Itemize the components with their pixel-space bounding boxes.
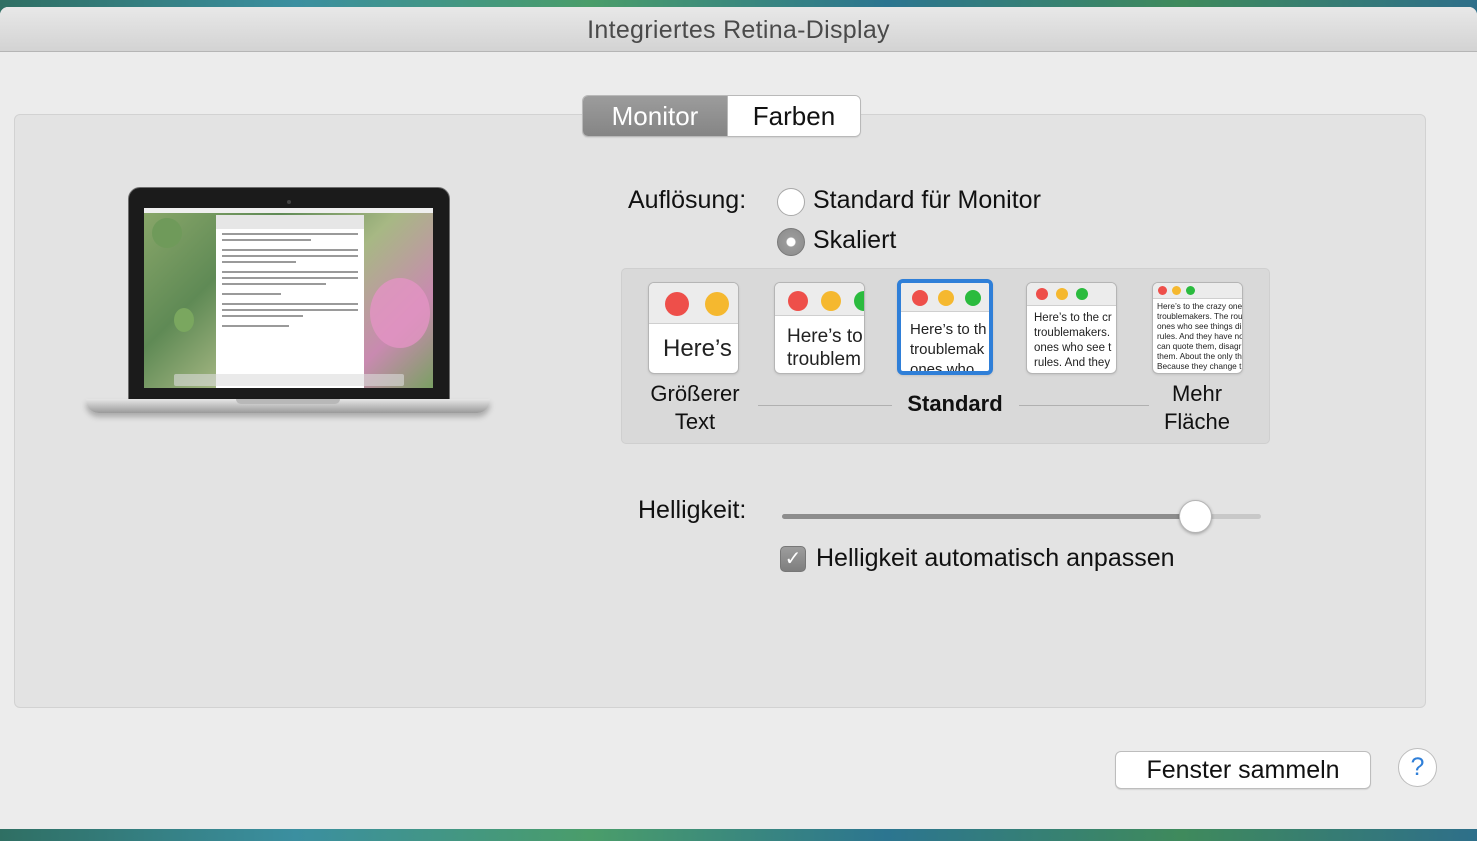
scale-option-more-space[interactable]: Here’s to the crazy one troublemakers. T…	[1152, 282, 1243, 374]
flower-bud	[152, 218, 182, 248]
scale-rule-right	[1019, 405, 1149, 406]
radio-standard[interactable]	[777, 188, 805, 216]
caption-larger-text: Größerer Text	[650, 381, 740, 434]
window-title: Integriertes Retina-Display	[0, 7, 1477, 52]
flower-bud	[174, 308, 194, 332]
brightness-slider-knob[interactable]	[1178, 500, 1212, 533]
scale-option-larger-text[interactable]: Here’s	[648, 282, 739, 374]
minimize-dot-icon	[1172, 286, 1181, 295]
caption-more-space: Mehr Fläche	[1163, 381, 1231, 434]
resolution-label: Auflösung:	[628, 186, 747, 214]
gather-windows-button[interactable]: Fenster sammeln	[1115, 751, 1371, 789]
brightness-slider-fill	[782, 514, 1194, 519]
tab-bar: Monitor Farben	[582, 95, 861, 137]
close-dot-icon	[1036, 288, 1048, 300]
camera-dot	[287, 200, 291, 204]
preferences-window: Integriertes Retina-Display Monitor Farb…	[0, 7, 1477, 829]
thumb-text: Here’s to the cr troublemakers. ones who…	[1034, 312, 1112, 369]
brightness-slider[interactable]	[782, 500, 1261, 533]
radio-scaled[interactable]	[777, 228, 805, 256]
tab-monitor[interactable]: Monitor	[583, 96, 727, 136]
mini-menubar	[144, 208, 433, 213]
thumb-text: Here’s	[663, 335, 732, 362]
scale-option-standard[interactable]: Here’s to th troublemak ones who	[897, 279, 993, 375]
zoom-dot-icon	[1076, 288, 1088, 300]
laptop-illustration	[86, 187, 490, 437]
caption-standard: Standard	[907, 391, 1003, 416]
laptop-notch	[236, 399, 340, 404]
scale-rule-left	[758, 405, 892, 406]
radio-scaled-label: Skaliert	[813, 226, 897, 254]
minimize-dot-icon	[1056, 288, 1068, 300]
thumb-text: Here’s to th troublemak ones who	[910, 321, 987, 375]
laptop-lid	[128, 187, 450, 401]
close-dot-icon	[1158, 286, 1167, 295]
tab-farben[interactable]: Farben	[727, 96, 860, 136]
brightness-label: Helligkeit:	[638, 496, 747, 524]
thumb-text: Here’s to troublem	[787, 326, 863, 370]
minimize-dot-icon	[705, 292, 729, 316]
zoom-dot-icon	[965, 290, 981, 306]
laptop-base	[86, 399, 490, 413]
close-dot-icon	[912, 290, 928, 306]
thumb-text: Here’s to the crazy one troublemakers. T…	[1157, 301, 1243, 371]
minimize-dot-icon	[938, 290, 954, 306]
radio-standard-label: Standard für Monitor	[813, 186, 1041, 214]
scale-option-2[interactable]: Here’s to troublem	[774, 282, 865, 374]
close-dot-icon	[788, 291, 808, 311]
flower-bloom	[370, 278, 430, 348]
auto-brightness-label: Helligkeit automatisch anpassen	[816, 544, 1175, 572]
auto-brightness-checkbox[interactable]: ✓	[780, 546, 806, 572]
mini-document	[216, 215, 364, 388]
mini-dock	[174, 374, 404, 386]
scale-option-4[interactable]: Here’s to the cr troublemakers. ones who…	[1026, 282, 1117, 374]
close-dot-icon	[665, 292, 689, 316]
laptop-screen	[144, 208, 433, 388]
minimize-dot-icon	[821, 291, 841, 311]
help-button[interactable]: ?	[1398, 748, 1437, 787]
zoom-dot-icon	[1186, 286, 1195, 295]
